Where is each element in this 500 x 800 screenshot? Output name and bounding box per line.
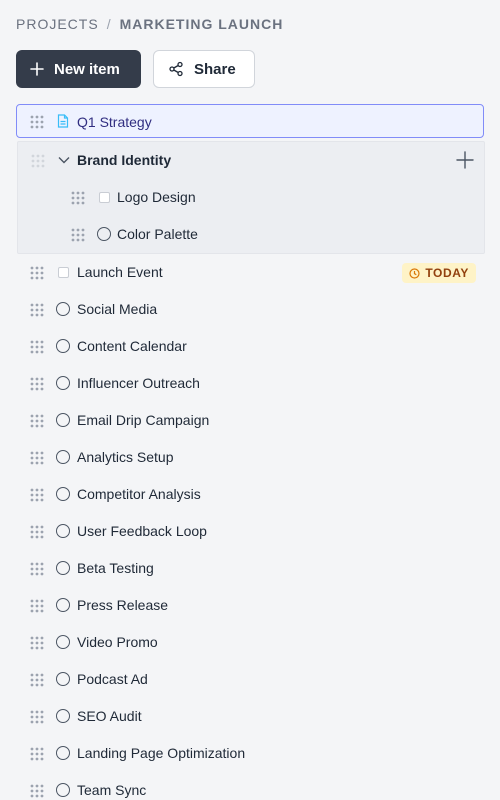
chevron-down-icon[interactable] <box>57 153 71 167</box>
drag-handle-icon[interactable] <box>30 414 44 428</box>
drag-handle-icon[interactable] <box>71 228 85 242</box>
drag-handle-icon[interactable] <box>71 191 85 205</box>
drag-handle-icon[interactable] <box>30 303 44 317</box>
list-item[interactable]: Analytics Setup <box>16 439 484 476</box>
circle-icon[interactable] <box>56 339 70 353</box>
toolbar: New item Share <box>16 50 255 88</box>
item-label: Podcast Ad <box>77 671 148 687</box>
breadcrumb-separator: / <box>106 16 112 32</box>
drag-handle-icon[interactable] <box>30 340 44 354</box>
list-item[interactable]: Podcast Ad <box>16 661 484 698</box>
group-header[interactable]: Brand Identity <box>18 142 484 179</box>
list-item-launch-event[interactable]: Launch Event TODAY <box>16 254 484 291</box>
list-item[interactable]: SEO Audit <box>16 698 484 735</box>
item-label: Launch Event <box>77 264 163 280</box>
list-item[interactable]: Press Release <box>16 587 484 624</box>
checkbox-icon[interactable] <box>97 190 111 204</box>
list-item[interactable]: Video Promo <box>16 624 484 661</box>
circle-icon[interactable] <box>56 302 70 316</box>
drag-handle-icon[interactable] <box>30 451 44 465</box>
new-item-button[interactable]: New item <box>16 50 141 88</box>
document-icon <box>56 114 70 128</box>
drag-handle-icon[interactable] <box>30 599 44 613</box>
circle-icon[interactable] <box>56 524 70 538</box>
drag-handle-icon[interactable] <box>30 636 44 650</box>
breadcrumb-current: MARKETING LAUNCH <box>119 16 284 32</box>
plus-icon <box>30 62 44 76</box>
list-item[interactable]: User Feedback Loop <box>16 513 484 550</box>
share-label: Share <box>194 60 236 78</box>
share-button[interactable]: Share <box>153 50 255 88</box>
circle-icon[interactable] <box>56 783 70 797</box>
item-label: Influencer Outreach <box>77 375 200 391</box>
due-today-badge: TODAY <box>402 263 476 283</box>
clock-icon <box>409 267 420 279</box>
drag-handle-icon[interactable] <box>30 784 44 798</box>
item-label: Q1 Strategy <box>77 114 152 130</box>
list-item[interactable]: Content Calendar <box>16 328 484 365</box>
checkbox-icon[interactable] <box>56 265 70 279</box>
item-label: Team Sync <box>77 782 147 798</box>
circle-icon[interactable] <box>56 709 70 723</box>
list-item[interactable]: Beta Testing <box>16 550 484 587</box>
item-label: SEO Audit <box>77 708 142 724</box>
drag-handle-icon[interactable] <box>30 115 44 129</box>
list-item-child[interactable]: Logo Design <box>18 179 484 216</box>
drag-handle-icon[interactable] <box>30 266 44 280</box>
add-child-icon[interactable] <box>456 151 474 169</box>
list-item[interactable]: Email Drip Campaign <box>16 402 484 439</box>
drag-handle-icon[interactable] <box>30 747 44 761</box>
group-brand-identity: Brand Identity Logo Design Color Palette <box>17 141 485 254</box>
item-label: Press Release <box>77 597 169 613</box>
item-label: Beta Testing <box>77 560 154 576</box>
list-item[interactable]: Social Media <box>16 291 484 328</box>
item-label: Color Palette <box>117 226 198 242</box>
item-label: Email Drip Campaign <box>77 412 210 428</box>
list-item-selected[interactable]: Q1 Strategy <box>16 104 484 138</box>
item-list: Q1 Strategy Brand Identity Logo Design C… <box>16 104 485 800</box>
circle-icon[interactable] <box>56 413 70 427</box>
generic-items: Social Media Content Calendar Influencer O… <box>16 291 484 800</box>
item-label: Competitor Analysis <box>77 486 201 502</box>
share-icon <box>168 61 184 77</box>
item-label: Logo Design <box>117 189 196 205</box>
circle-icon[interactable] <box>56 598 70 612</box>
circle-icon[interactable] <box>56 746 70 760</box>
new-item-label: New item <box>54 60 120 78</box>
circle-icon[interactable] <box>97 227 111 241</box>
drag-handle-icon[interactable] <box>30 488 44 502</box>
breadcrumb-root[interactable]: PROJECTS <box>16 16 99 32</box>
breadcrumb: PROJECTS / MARKETING LAUNCH <box>16 16 283 32</box>
drag-handle-icon[interactable] <box>30 710 44 724</box>
group-label: Brand Identity <box>77 152 172 168</box>
list-item[interactable]: Competitor Analysis <box>16 476 484 513</box>
drag-handle-icon[interactable] <box>31 154 45 168</box>
item-label: User Feedback Loop <box>77 523 207 539</box>
list-item[interactable]: Team Sync <box>16 772 484 800</box>
drag-handle-icon[interactable] <box>30 562 44 576</box>
item-label: Analytics Setup <box>77 449 174 465</box>
circle-icon[interactable] <box>56 450 70 464</box>
circle-icon[interactable] <box>56 376 70 390</box>
item-label: Social Media <box>77 301 158 317</box>
project-page: PROJECTS / MARKETING LAUNCH New item Sha… <box>0 0 500 800</box>
circle-icon[interactable] <box>56 672 70 686</box>
circle-icon[interactable] <box>56 635 70 649</box>
list-item[interactable]: Landing Page Optimization <box>16 735 484 772</box>
item-label: Video Promo <box>77 634 158 650</box>
list-item-child[interactable]: Color Palette <box>18 216 484 253</box>
item-label: Content Calendar <box>77 338 187 354</box>
list-item[interactable]: Influencer Outreach <box>16 365 484 402</box>
circle-icon[interactable] <box>56 487 70 501</box>
drag-handle-icon[interactable] <box>30 525 44 539</box>
item-label: Landing Page Optimization <box>77 745 246 761</box>
drag-handle-icon[interactable] <box>30 377 44 391</box>
drag-handle-icon[interactable] <box>30 673 44 687</box>
circle-icon[interactable] <box>56 561 70 575</box>
badge-label: TODAY <box>425 266 469 280</box>
